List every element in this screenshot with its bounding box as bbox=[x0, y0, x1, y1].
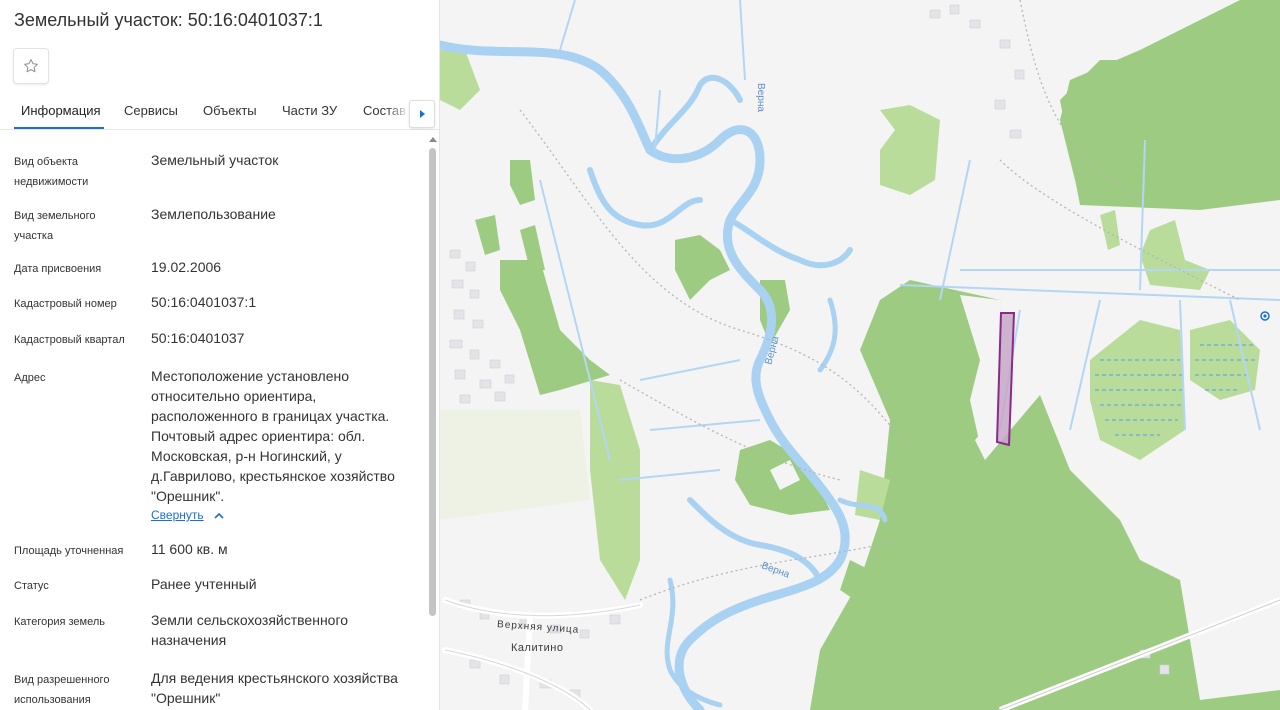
favorite-button[interactable] bbox=[13, 48, 49, 84]
info-value: 19.02.2006 bbox=[151, 259, 222, 275]
address-value: Местоположение установлено относительно … bbox=[151, 368, 395, 504]
map-label-village: Калитино bbox=[511, 642, 564, 654]
tabs-fade bbox=[386, 92, 410, 128]
page-title: Земельный участок: 50:16:0401037:1 bbox=[14, 10, 323, 30]
chevron-up-icon bbox=[214, 512, 224, 519]
info-label: Адрес bbox=[14, 372, 46, 384]
collapse-link[interactable]: Свернуть bbox=[151, 508, 224, 522]
info-value: Земельный участок bbox=[151, 152, 279, 168]
tab-parcel-parts[interactable]: Части ЗУ bbox=[282, 103, 337, 118]
tab-bar: Информация Сервисы Объекты Части ЗУ Сост… bbox=[0, 92, 439, 130]
info-value: 50:16:0401037:1 bbox=[151, 294, 257, 310]
scroll-up-icon[interactable] bbox=[429, 136, 437, 142]
map-label-river: Верна bbox=[754, 83, 766, 112]
tab-information[interactable]: Информация bbox=[21, 103, 101, 118]
tab-objects[interactable]: Объекты bbox=[203, 103, 257, 118]
info-value: Для ведения крестьянского хозяйства "Оре… bbox=[151, 670, 398, 706]
info-label: Кадастровый номер bbox=[14, 298, 117, 310]
info-label: Дата присвоения bbox=[14, 263, 102, 275]
info-label: Кадастровый квартал bbox=[14, 334, 125, 346]
info-label: Статус bbox=[14, 580, 49, 592]
info-value: Землепользование bbox=[151, 206, 276, 222]
info-label: Вид земельного участка bbox=[14, 210, 96, 242]
info-panel: Земельный участок: 50:16:0401037:1 Инфор… bbox=[0, 0, 440, 710]
info-value: Ранее учтенный bbox=[151, 576, 257, 592]
tab-services[interactable]: Сервисы bbox=[124, 103, 178, 118]
info-value: Земли сельскохозяйственного назначения bbox=[151, 612, 349, 648]
active-tab-indicator bbox=[14, 127, 104, 129]
map-canvas[interactable]: Верна Верна Верна Верхняя улица Калитино bbox=[440, 0, 1280, 710]
collapse-label: Свернуть bbox=[151, 508, 204, 522]
info-label: Категория земель bbox=[14, 616, 105, 628]
star-outline-icon bbox=[24, 59, 38, 73]
info-label: Вид объекта недвижимости bbox=[14, 156, 89, 188]
info-value: 50:16:0401037 bbox=[151, 330, 245, 346]
tabs-scroll-right-button[interactable] bbox=[409, 100, 435, 128]
info-label: Вид разрешенного использования bbox=[14, 674, 110, 706]
info-value: 11 600 кв. м bbox=[151, 541, 228, 557]
info-label: Площадь уточненная bbox=[14, 545, 124, 557]
map-layer bbox=[440, 0, 1280, 710]
scrollbar-thumb[interactable] bbox=[429, 148, 436, 616]
chevron-right-icon bbox=[420, 110, 425, 118]
